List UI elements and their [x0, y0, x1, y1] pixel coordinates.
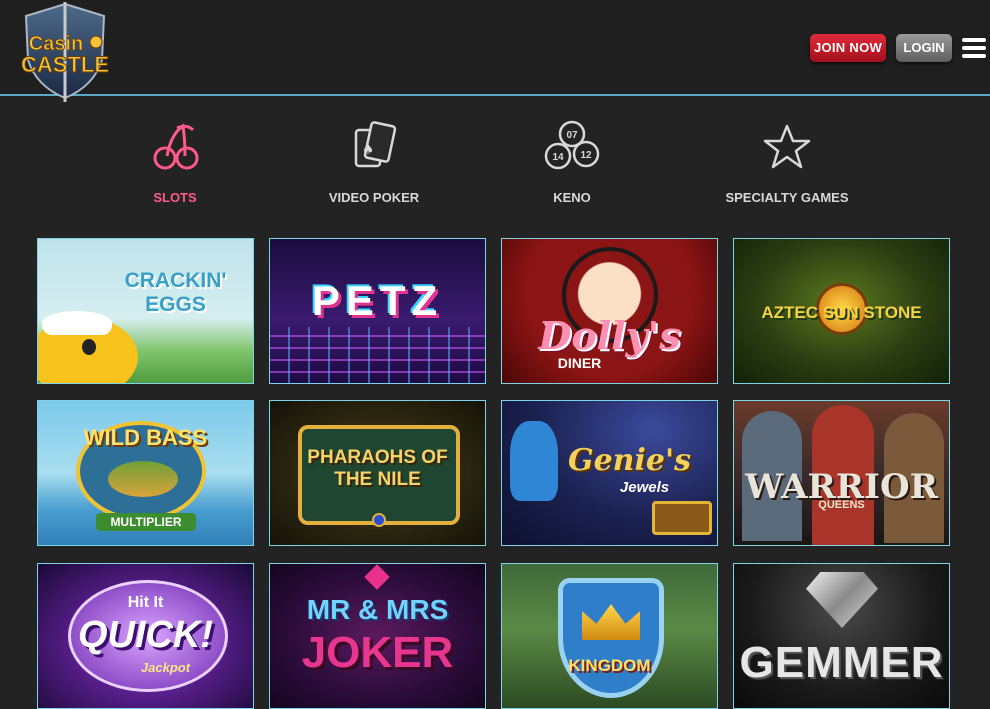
game-title: Genie's	[567, 443, 692, 478]
game-tile-gemmer[interactable]: GEMMER	[733, 563, 950, 709]
category-slots[interactable]: SLOTS	[135, 120, 215, 205]
game-tile-warrior-queens[interactable]: WARRIOR QUEENS	[733, 400, 950, 546]
hamburger-menu-icon[interactable]	[962, 38, 986, 58]
game-subtitle: MULTIPLIER	[96, 513, 196, 531]
game-title: KINGDOM	[568, 656, 651, 675]
game-tile-genies-jewels[interactable]: Genie's Jewels	[501, 400, 718, 546]
casino-castle-logo[interactable]: Casin CASTLE	[14, 2, 116, 102]
login-button[interactable]: LOGIN	[896, 34, 952, 62]
game-tile-kingdom[interactable]: KINGDOM	[501, 563, 718, 709]
category-specialty-games[interactable]: SPECIALTY GAMES	[722, 120, 852, 205]
category-keno[interactable]: 07 14 12 KENO	[536, 120, 608, 205]
game-tile-hit-it-quick-jackpot[interactable]: Hit It QUICK! Jackpot	[37, 563, 254, 709]
category-video-poker[interactable]: ♠ VIDEO POKER	[324, 120, 424, 205]
game-tile-mr-mrs-joker[interactable]: MR & MRS JOKER	[269, 563, 486, 709]
playing-cards-icon: ♠	[354, 121, 397, 168]
category-label: KENO	[553, 190, 591, 205]
site-header: Casin CASTLE JOIN NOW LOGIN	[0, 0, 990, 102]
game-tile-aztec-sun-stone[interactable]: AZTEC SUN STONE	[733, 238, 950, 384]
game-tile-wild-bass[interactable]: WILD BASS MULTIPLIER	[37, 400, 254, 546]
game-title: QUICK!	[77, 614, 214, 656]
category-label: SPECIALTY GAMES	[725, 190, 849, 205]
category-label: SLOTS	[153, 190, 197, 205]
game-tile-dollys-diner[interactable]: Dolly's DINER	[501, 238, 718, 384]
game-title: Dolly's	[538, 313, 681, 358]
game-subtitle: DINER	[557, 355, 602, 371]
svg-text:♠: ♠	[362, 142, 375, 158]
keno-number: 14	[552, 152, 564, 163]
keno-number: 12	[580, 150, 592, 161]
svg-text:CASTLE: CASTLE	[21, 52, 109, 77]
game-subtitle: Jewels	[619, 479, 670, 496]
category-label: VIDEO POKER	[328, 190, 420, 205]
game-title: AZTEC SUN STONE	[761, 303, 922, 322]
game-title: WILD BASS	[83, 425, 208, 450]
game-title: MR & MRS	[306, 594, 449, 625]
keno-balls-icon: 07 14 12	[544, 120, 600, 170]
game-tile-petz[interactable]: PETZ	[269, 238, 486, 384]
game-subtitle: QUEENS	[818, 499, 865, 511]
keno-number: 07	[566, 130, 578, 141]
star-icon	[763, 124, 811, 169]
cherries-icon	[153, 123, 199, 170]
game-title: PHARAOHS OF THE NILE	[307, 447, 448, 490]
game-tile-pharaohs-of-the-nile[interactable]: PHARAOHS OF THE NILE	[269, 400, 486, 546]
game-title: CRACKIN' EGGS	[124, 269, 227, 316]
game-subtitle: JOKER	[301, 628, 454, 677]
game-title: PETZ	[311, 277, 444, 324]
game-title-pre: Hit It	[127, 594, 164, 611]
game-subtitle: Jackpot	[140, 660, 191, 675]
game-tile-crackin-eggs[interactable]: CRACKIN' EGGS	[37, 238, 254, 384]
game-title: GEMMER	[739, 638, 944, 687]
join-now-button[interactable]: JOIN NOW	[810, 34, 886, 62]
